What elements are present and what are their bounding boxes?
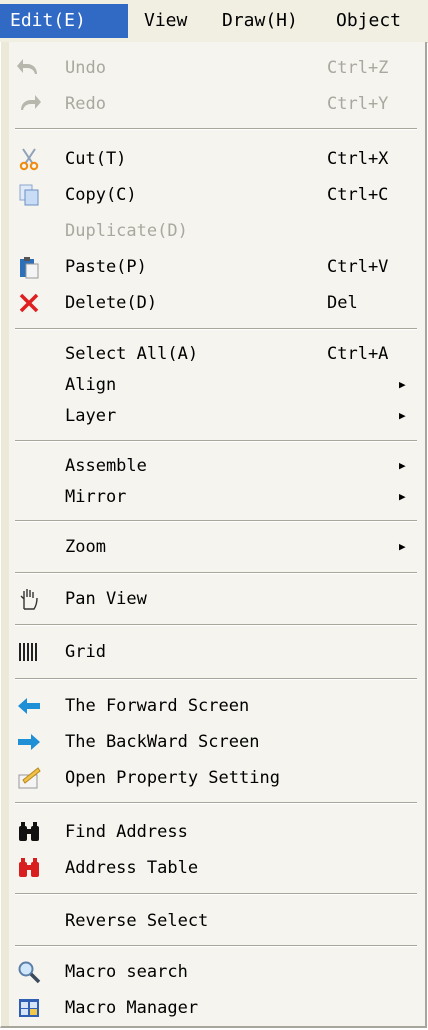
submenu-arrow-icon: ▶: [399, 378, 406, 391]
separator: [15, 128, 417, 130]
menu-item-redo[interactable]: Redo Ctrl+Y: [1, 87, 425, 121]
menu-item-forward-screen[interactable]: The Forward Screen: [1, 689, 425, 723]
menu-item-pan-view[interactable]: Pan View: [1, 582, 425, 616]
menu-item-mirror[interactable]: Mirror ▶: [1, 480, 425, 514]
paste-label: Paste(P): [65, 257, 147, 277]
cut-label: Cut(T): [65, 149, 127, 169]
menubar-object[interactable]: Object: [326, 4, 411, 38]
menu-item-macro-search[interactable]: Macro search: [1, 955, 425, 989]
select-all-shortcut: Ctrl+A: [327, 344, 389, 364]
address-table-label: Address Table: [65, 858, 199, 878]
submenu-arrow-icon: ▶: [399, 459, 406, 472]
menu-item-select-all[interactable]: Select All(A) Ctrl+A: [1, 337, 425, 371]
separator: [15, 802, 417, 804]
pan-view-label: Pan View: [65, 589, 147, 609]
undo-label: Undo: [65, 58, 106, 78]
separator: [15, 440, 417, 442]
duplicate-label: Duplicate(D): [65, 221, 188, 241]
menu-item-find-address[interactable]: Find Address: [1, 815, 425, 849]
magnifier-icon: [17, 960, 41, 984]
separator: [15, 678, 417, 680]
grid-icon: [17, 640, 41, 664]
menu-item-open-property-setting[interactable]: Open Property Setting: [1, 761, 425, 795]
paste-shortcut: Ctrl+V: [327, 257, 389, 277]
hand-icon: [17, 587, 41, 611]
menu-item-align[interactable]: Align ▶: [1, 368, 425, 402]
redo-icon: [17, 92, 41, 116]
delete-shortcut: Del: [327, 293, 358, 313]
separator: [15, 328, 417, 330]
copy-icon: [17, 183, 41, 207]
open-property-label: Open Property Setting: [65, 768, 280, 788]
redo-label: Redo: [65, 94, 106, 114]
redo-shortcut: Ctrl+Y: [327, 94, 389, 114]
undo-icon: [17, 56, 41, 80]
menu-item-layer[interactable]: Layer ▶: [1, 399, 425, 433]
grid-label: Grid: [65, 642, 106, 662]
menubar-edit[interactable]: Edit(E): [0, 4, 128, 38]
backward-screen-label: The BackWard Screen: [65, 732, 260, 752]
copy-label: Copy(C): [65, 185, 137, 205]
separator: [15, 945, 417, 947]
separator: [15, 893, 417, 895]
menu-item-delete[interactable]: Delete(D) Del: [1, 286, 425, 320]
menu-item-paste[interactable]: Paste(P) Ctrl+V: [1, 250, 425, 284]
menu-item-cut[interactable]: Cut(T) Ctrl+X: [1, 142, 425, 176]
delete-x-icon: [17, 291, 41, 315]
menu-item-zoom[interactable]: Zoom ▶: [1, 530, 425, 564]
find-address-label: Find Address: [65, 822, 188, 842]
menu-item-undo[interactable]: Undo Ctrl+Z: [1, 51, 425, 85]
menu-item-address-table[interactable]: Address Table: [1, 851, 425, 885]
menubar-draw[interactable]: Draw(H): [212, 4, 308, 38]
menu-item-duplicate[interactable]: Duplicate(D): [1, 214, 425, 248]
undo-shortcut: Ctrl+Z: [327, 58, 389, 78]
arrow-right-icon: [17, 730, 41, 754]
paste-icon: [17, 255, 41, 279]
separator: [15, 520, 417, 522]
menu-item-copy[interactable]: Copy(C) Ctrl+C: [1, 178, 425, 212]
binoculars-icon: [17, 820, 41, 844]
submenu-arrow-icon: ▶: [399, 490, 406, 503]
menu-item-grid[interactable]: Grid: [1, 635, 425, 669]
submenu-arrow-icon: ▶: [399, 540, 406, 553]
reverse-select-label: Reverse Select: [65, 911, 209, 931]
macro-search-label: Macro search: [65, 962, 188, 982]
menu-item-backward-screen[interactable]: The BackWard Screen: [1, 725, 425, 759]
cut-shortcut: Ctrl+X: [327, 149, 389, 169]
mirror-label: Mirror: [65, 487, 127, 507]
zoom-label: Zoom: [65, 537, 106, 557]
binoculars-red-icon: [17, 856, 41, 880]
align-label: Align: [65, 375, 117, 395]
property-icon: [17, 766, 41, 790]
menu-bar: Edit(E) View Draw(H) Object: [0, 0, 428, 43]
assemble-label: Assemble: [65, 456, 147, 476]
layer-label: Layer: [65, 406, 117, 426]
select-all-label: Select All(A): [65, 344, 199, 364]
submenu-arrow-icon: ▶: [399, 409, 406, 422]
menu-item-reverse-select[interactable]: Reverse Select: [1, 904, 425, 938]
separator: [15, 624, 417, 626]
menu-item-macro-manager[interactable]: Macro Manager: [1, 991, 425, 1025]
macro-manager-icon: [17, 996, 41, 1020]
edit-menu-dropdown: Undo Ctrl+Z Redo Ctrl+Y Cut(T) Ctrl+X Co…: [0, 42, 427, 1028]
menubar-view[interactable]: View: [134, 4, 197, 38]
scissors-icon: [17, 147, 41, 171]
forward-screen-label: The Forward Screen: [65, 696, 250, 716]
arrow-left-icon: [17, 694, 41, 718]
delete-label: Delete(D): [65, 293, 158, 313]
menu-item-assemble[interactable]: Assemble ▶: [1, 449, 425, 483]
separator: [15, 572, 417, 574]
macro-manager-label: Macro Manager: [65, 998, 199, 1018]
copy-shortcut: Ctrl+C: [327, 185, 389, 205]
